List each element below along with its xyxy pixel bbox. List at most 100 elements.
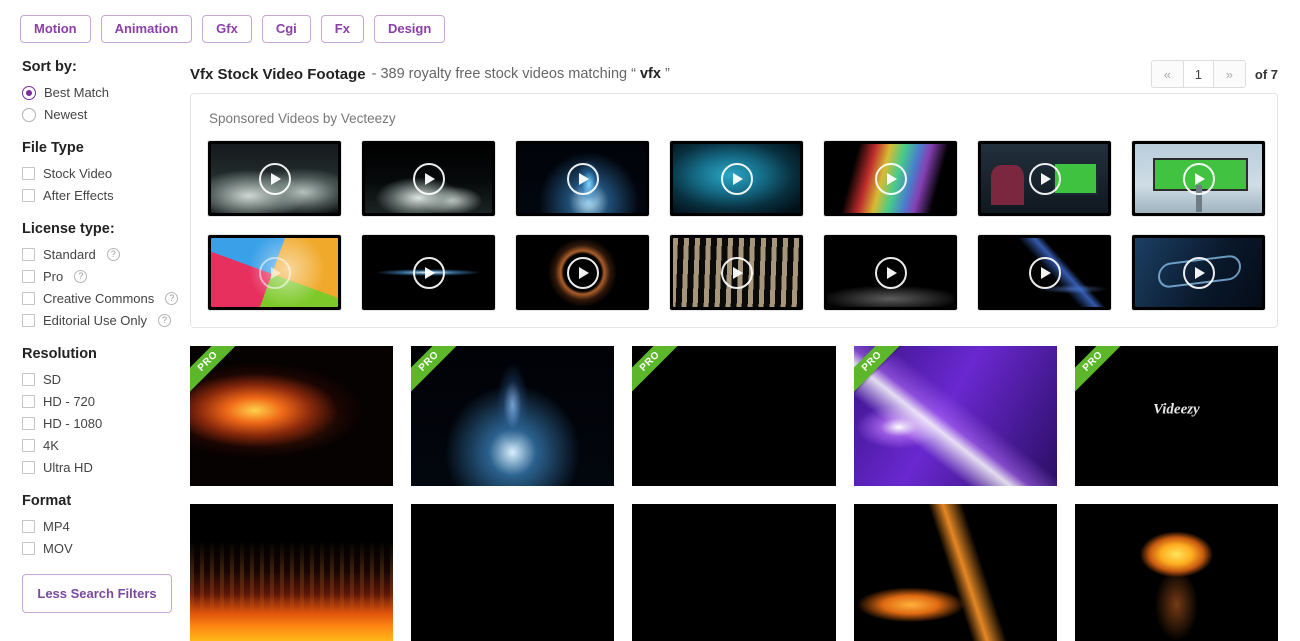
filter-option-label: MOV — [43, 541, 73, 556]
sponsored-video-thumbnail[interactable] — [207, 140, 342, 217]
play-icon[interactable] — [412, 256, 445, 289]
play-icon[interactable] — [720, 256, 753, 289]
sponsored-video-thumbnail[interactable] — [977, 234, 1112, 311]
video-result-card[interactable] — [411, 504, 615, 641]
filter-option-pro[interactable]: Pro? — [22, 268, 190, 285]
video-result-card[interactable]: PRO — [190, 346, 394, 486]
video-result-card[interactable]: PRO — [853, 346, 1057, 486]
checkbox-hd-720[interactable] — [22, 395, 35, 408]
thumbnail-image — [519, 144, 646, 213]
page-title: Vfx Stock Video Footage — [190, 65, 366, 83]
play-icon[interactable] — [1182, 256, 1215, 289]
tag-button-fx[interactable]: Fx — [320, 14, 364, 43]
play-icon[interactable] — [258, 162, 291, 195]
sponsored-video-thumbnail[interactable] — [515, 234, 650, 311]
play-icon[interactable] — [566, 162, 599, 195]
sponsored-video-thumbnail[interactable] — [669, 140, 804, 217]
filter-option-ultra-hd[interactable]: Ultra HD — [22, 459, 190, 476]
filter-option-mov[interactable]: MOV — [22, 540, 190, 557]
play-icon[interactable] — [720, 162, 753, 195]
tag-button-gfx[interactable]: Gfx — [202, 14, 252, 43]
play-icon[interactable] — [1028, 256, 1061, 289]
filter-option-newest[interactable]: Newest — [22, 106, 190, 123]
filter-option-hd-720[interactable]: HD - 720 — [22, 393, 190, 410]
video-thumbnail-image — [853, 504, 1057, 641]
sponsored-video-thumbnail[interactable] — [1131, 140, 1266, 217]
filter-option-4k[interactable]: 4K — [22, 437, 190, 454]
sponsored-video-thumbnail[interactable] — [361, 234, 496, 311]
play-icon[interactable] — [412, 162, 445, 195]
checkbox-ultra-hd[interactable] — [22, 461, 35, 474]
video-result-card[interactable] — [190, 504, 394, 641]
filter-option-mp4[interactable]: MP4 — [22, 518, 190, 535]
help-icon[interactable]: ? — [74, 270, 88, 283]
checkbox-sd[interactable] — [22, 373, 35, 386]
filter-option-label: MP4 — [43, 519, 70, 534]
filter-group-title: Sort by: — [22, 59, 77, 75]
filter-group-title: License type: — [22, 221, 115, 237]
filter-option-creative-commons[interactable]: Creative Commons? — [22, 290, 190, 307]
help-icon[interactable]: ? — [106, 248, 120, 261]
filter-option-editorial-use-only[interactable]: Editorial Use Only? — [22, 312, 190, 329]
filter-option-label: HD - 720 — [43, 394, 96, 409]
tag-button-cgi[interactable]: Cgi — [261, 14, 311, 43]
play-icon[interactable] — [566, 256, 599, 289]
checkbox-after-effects[interactable] — [22, 189, 35, 202]
filter-option-label: Pro — [43, 269, 64, 284]
play-icon[interactable] — [874, 162, 907, 195]
thumbnail-image — [673, 144, 800, 213]
tag-button-animation[interactable]: Animation — [100, 14, 193, 43]
checkbox-editorial-use-only[interactable] — [22, 314, 35, 327]
video-result-card[interactable] — [1074, 504, 1278, 641]
video-result-card[interactable]: PRO — [411, 346, 615, 486]
filter-option-label: Standard — [43, 247, 96, 262]
tag-button-design[interactable]: Design — [373, 14, 446, 43]
checkbox-mp4[interactable] — [22, 520, 35, 533]
video-result-card[interactable]: PRO — [632, 346, 836, 486]
sponsored-video-thumbnail[interactable] — [977, 140, 1112, 217]
play-icon[interactable] — [874, 256, 907, 289]
filter-option-stock-video[interactable]: Stock Video — [22, 165, 190, 182]
play-icon[interactable] — [1182, 162, 1215, 195]
tag-button-motion[interactable]: Motion — [20, 14, 91, 43]
less-search-filters-button[interactable]: Less Search Filters — [22, 574, 172, 613]
filter-option-standard[interactable]: Standard? — [22, 246, 190, 263]
video-result-card[interactable] — [632, 504, 836, 641]
prev-page-icon[interactable]: « — [1151, 61, 1183, 87]
help-icon[interactable]: ? — [165, 292, 179, 305]
thumbnail-image — [673, 238, 800, 307]
checkbox-hd-1080[interactable] — [22, 417, 35, 430]
next-page-icon[interactable]: » — [1213, 61, 1245, 87]
filter-option-after-effects[interactable]: After Effects — [22, 187, 190, 204]
checkbox-standard[interactable] — [22, 248, 35, 261]
play-icon[interactable] — [1028, 162, 1061, 195]
radio-best-match[interactable] — [22, 85, 36, 100]
checkbox-pro[interactable] — [22, 270, 35, 283]
play-icon[interactable] — [258, 256, 291, 289]
tag-filter-bar: Motion Animation Gfx Cgi Fx Design — [0, 0, 1300, 47]
help-icon[interactable]: ? — [158, 314, 172, 327]
results-main: Vfx Stock Video Footage - 389 royalty fr… — [190, 47, 1300, 641]
checkbox-mov[interactable] — [22, 542, 35, 555]
sponsored-video-thumbnail[interactable] — [207, 234, 342, 311]
filter-option-sd[interactable]: SD — [22, 371, 190, 388]
thumbnail-image — [211, 144, 338, 213]
checkbox-stock-video[interactable] — [22, 167, 35, 180]
checkbox-creative-commons[interactable] — [22, 292, 35, 305]
current-page-input[interactable]: 1 — [1182, 61, 1214, 87]
filter-option-hd-1080[interactable]: HD - 1080 — [22, 415, 190, 432]
filter-group-licensetype: License type: Standard? Pro? Creative Commo… — [22, 221, 190, 329]
filter-option-best-match[interactable]: Best Match — [22, 84, 190, 101]
radio-newest[interactable] — [22, 107, 36, 122]
checkbox-4k[interactable] — [22, 439, 35, 452]
video-result-card[interactable]: PRO Videezy — [1074, 346, 1278, 486]
sponsored-video-thumbnail[interactable] — [361, 140, 496, 217]
filter-option-label: Stock Video — [43, 166, 113, 181]
video-result-card[interactable] — [853, 504, 1057, 641]
sponsored-video-thumbnail[interactable] — [515, 140, 650, 217]
sponsored-video-thumbnail[interactable] — [823, 140, 958, 217]
sponsored-video-thumbnail[interactable] — [669, 234, 804, 311]
sponsored-videos-panel: Sponsored Videos by Vecteezy — [190, 93, 1278, 328]
sponsored-video-thumbnail[interactable] — [1131, 234, 1266, 311]
sponsored-video-thumbnail[interactable] — [823, 234, 958, 311]
